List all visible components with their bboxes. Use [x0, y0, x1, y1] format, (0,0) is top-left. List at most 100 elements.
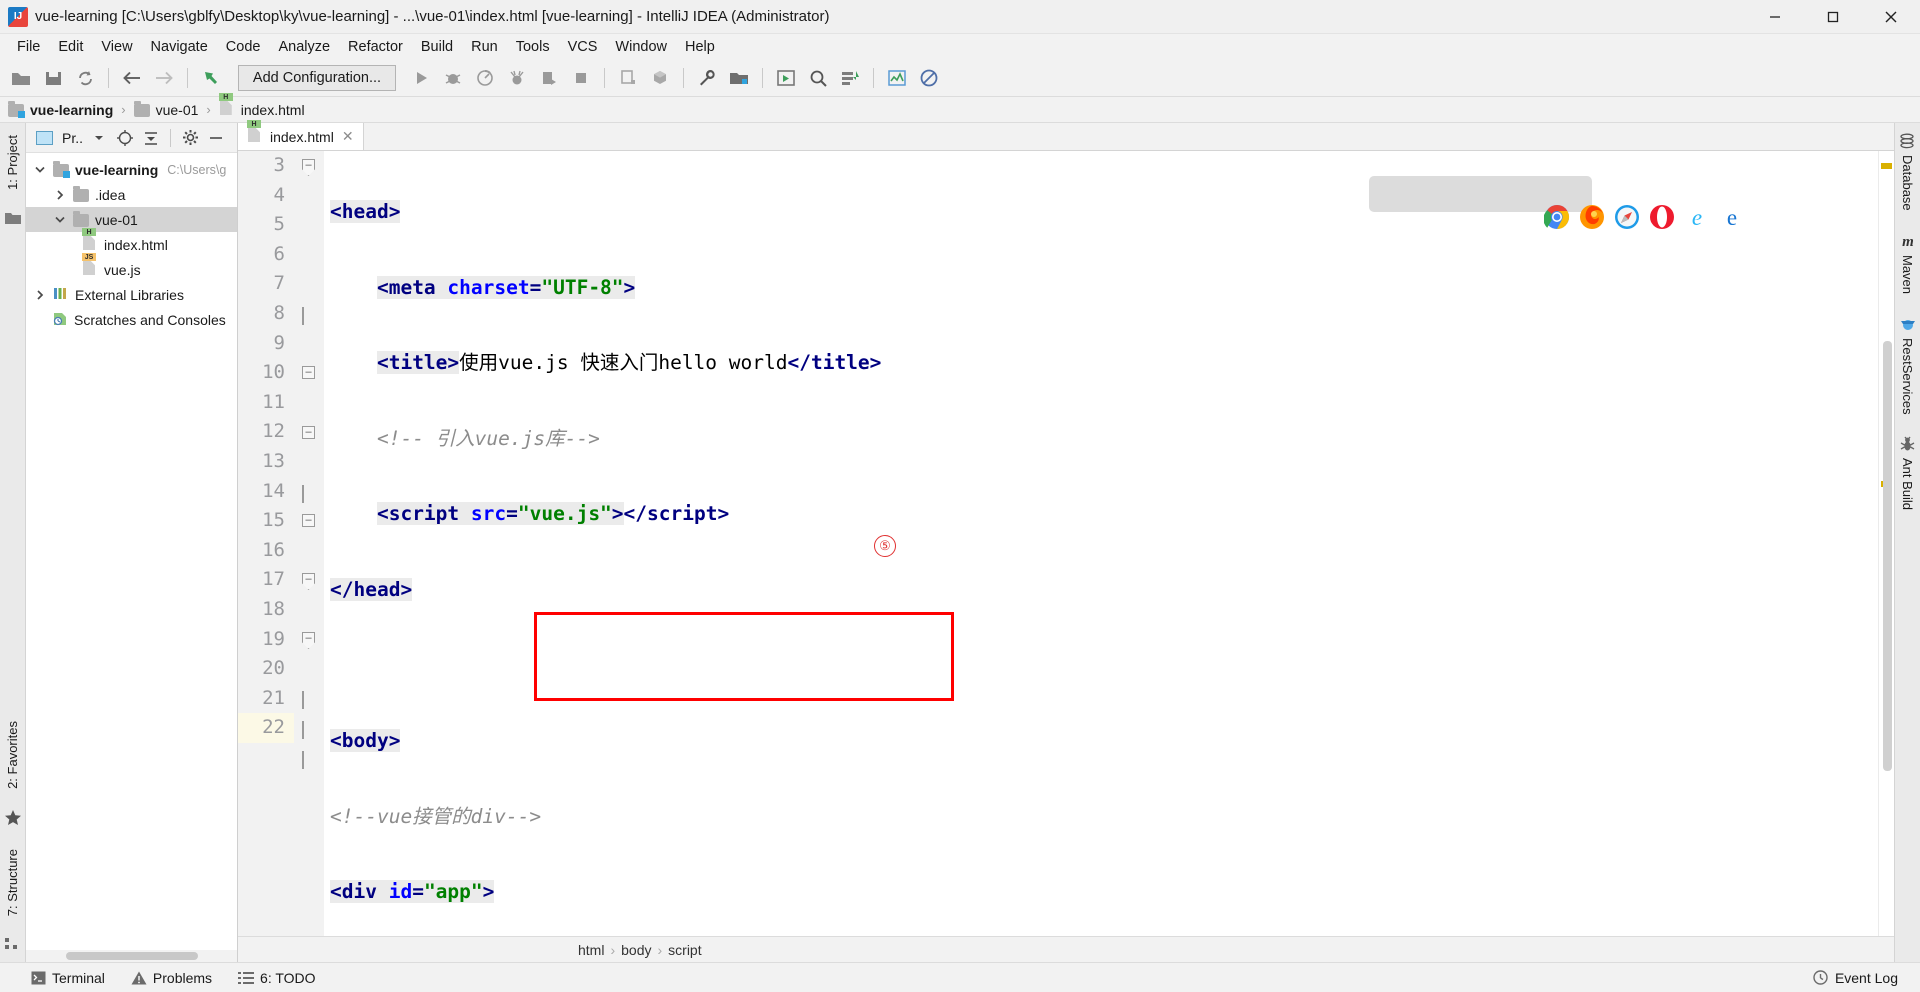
project-structure-icon[interactable] [724, 64, 754, 92]
sidebar-item-ant-build[interactable]: Ant Build [1899, 436, 1917, 510]
firefox-icon[interactable] [1415, 181, 1605, 229]
hide-panel-icon[interactable] [204, 127, 228, 149]
edge-icon[interactable]: e [1555, 181, 1737, 230]
save-all-icon[interactable] [38, 64, 68, 92]
sidebar-item-favorites[interactable]: 2: Favorites [5, 717, 20, 793]
fold-marker[interactable]: – [302, 366, 316, 380]
menu-vcs[interactable]: VCS [559, 36, 607, 58]
breadcrumb-item-folder[interactable]: vue-01 [133, 101, 198, 118]
chevron-right-icon[interactable] [32, 289, 48, 300]
project-panel: Pr.. vue-learning C:\Users\g .idea vue-0… [26, 123, 238, 962]
sidebar-item-database[interactable]: Database [1899, 133, 1917, 211]
breadcrumb-item-module[interactable]: vue-learning [8, 101, 113, 118]
menu-analyze[interactable]: Analyze [269, 36, 339, 58]
menu-help[interactable]: Help [676, 36, 724, 58]
search-everywhere-icon[interactable] [803, 64, 833, 92]
sidebar-item-project[interactable]: 1: Project [5, 131, 20, 194]
inspect-code-icon[interactable] [882, 64, 912, 92]
status-item-terminal[interactable]: Terminal [30, 970, 105, 986]
fold-marker[interactable] [302, 307, 316, 325]
close-icon[interactable]: ✕ [342, 128, 354, 145]
run-icon[interactable] [406, 64, 436, 92]
browser-launch-widget[interactable]: e e [1369, 176, 1737, 230]
breadcrumb-item-file[interactable]: H index.html [218, 93, 305, 118]
fold-marker[interactable] [302, 691, 316, 709]
fold-marker[interactable] [302, 751, 316, 769]
menu-tools[interactable]: Tools [507, 36, 559, 58]
run-with-coverage-icon[interactable] [470, 64, 500, 92]
project-view-icon[interactable] [32, 127, 56, 149]
build-icon[interactable] [613, 64, 643, 92]
close-button[interactable] [1862, 0, 1920, 34]
build-module-icon[interactable] [645, 64, 675, 92]
fold-marker[interactable] [302, 721, 316, 739]
update-project-icon[interactable] [835, 64, 865, 92]
opera-icon[interactable] [1485, 181, 1675, 229]
tree-row[interactable]: vue-learning C:\Users\g [26, 157, 237, 182]
vertical-scrollbar-thumb[interactable] [1883, 341, 1892, 771]
chevron-down-icon[interactable] [87, 127, 111, 149]
project-panel-hscrollbar[interactable] [26, 950, 237, 962]
profile-icon[interactable] [502, 64, 532, 92]
settings-wrench-icon[interactable] [692, 64, 722, 92]
maximize-button[interactable] [1804, 0, 1862, 34]
tree-row[interactable]: JS vue.js [26, 253, 237, 282]
disable-inspections-icon[interactable] [914, 64, 944, 92]
tree-row[interactable]: vue-01 [26, 207, 237, 232]
run-anything-icon[interactable] [771, 64, 801, 92]
forward-arrow-icon[interactable] [149, 64, 179, 92]
tree-row[interactable]: H index.html [26, 228, 237, 257]
chevron-right-icon[interactable] [52, 189, 68, 200]
chevron-down-icon[interactable] [52, 216, 68, 224]
status-item-todo[interactable]: 6: TODO [238, 970, 316, 986]
locate-target-icon[interactable] [113, 127, 137, 149]
editor-marker-column[interactable] [1878, 151, 1894, 936]
breadcrumb-body[interactable]: body [621, 942, 651, 958]
tab-index-html[interactable]: H index.html ✕ [238, 120, 364, 150]
breadcrumb-html[interactable]: html [578, 942, 604, 958]
sidebar-item-restservices[interactable]: RestServices [1899, 316, 1917, 414]
scrollbar-thumb[interactable] [66, 952, 198, 960]
menu-view[interactable]: View [92, 36, 141, 58]
safari-icon[interactable] [1450, 181, 1640, 229]
menu-navigate[interactable]: Navigate [142, 36, 217, 58]
gear-settings-icon[interactable] [178, 127, 202, 149]
chrome-icon[interactable] [1380, 181, 1570, 229]
tree-row[interactable]: External Libraries [26, 282, 237, 307]
sidebar-item-maven[interactable]: m Maven [1899, 233, 1917, 294]
code-editor[interactable]: 3 4 5 6 7 8 9 10 11 12 13 14 15 16 17 18 [238, 151, 1894, 936]
menu-run[interactable]: Run [462, 36, 507, 58]
back-arrow-icon[interactable] [117, 64, 147, 92]
jump-to-source-icon[interactable] [196, 64, 226, 92]
stop-icon[interactable] [566, 64, 596, 92]
fold-marker[interactable]: – [302, 514, 316, 528]
warning-marker[interactable] [1881, 163, 1892, 169]
menu-code[interactable]: Code [217, 36, 270, 58]
internet-explorer-icon[interactable]: e [1520, 181, 1702, 230]
tree-row[interactable]: Scratches and Consoles [26, 307, 237, 332]
fold-marker[interactable]: – [302, 159, 316, 176]
status-item-problems[interactable]: Problems [131, 970, 212, 986]
menu-build[interactable]: Build [412, 36, 462, 58]
chevron-down-icon[interactable] [32, 166, 48, 174]
debug-icon[interactable] [438, 64, 468, 92]
fold-marker[interactable]: – [302, 426, 316, 440]
minimize-button[interactable] [1746, 0, 1804, 34]
menu-window[interactable]: Window [606, 36, 676, 58]
run-to-cursor-icon[interactable] [534, 64, 564, 92]
fold-marker[interactable]: – [302, 632, 316, 649]
menu-edit[interactable]: Edit [49, 36, 92, 58]
menu-refactor[interactable]: Refactor [339, 36, 412, 58]
collapse-all-icon[interactable] [139, 127, 163, 149]
sidebar-item-structure[interactable]: 7: Structure [5, 845, 20, 920]
menu-file[interactable]: File [8, 36, 49, 58]
fold-marker[interactable]: – [302, 573, 316, 590]
fold-marker[interactable] [302, 485, 316, 503]
tree-row[interactable]: .idea [26, 182, 237, 207]
sync-refresh-icon[interactable] [70, 64, 100, 92]
breadcrumb-script[interactable]: script [668, 942, 701, 958]
code-content[interactable]: <head> <meta charset="UTF-8"> <title>使用v… [324, 151, 1878, 936]
add-configuration-button[interactable]: Add Configuration... [238, 65, 396, 91]
status-item-event-log[interactable]: Event Log [1813, 970, 1898, 986]
open-folder-icon[interactable] [6, 64, 36, 92]
